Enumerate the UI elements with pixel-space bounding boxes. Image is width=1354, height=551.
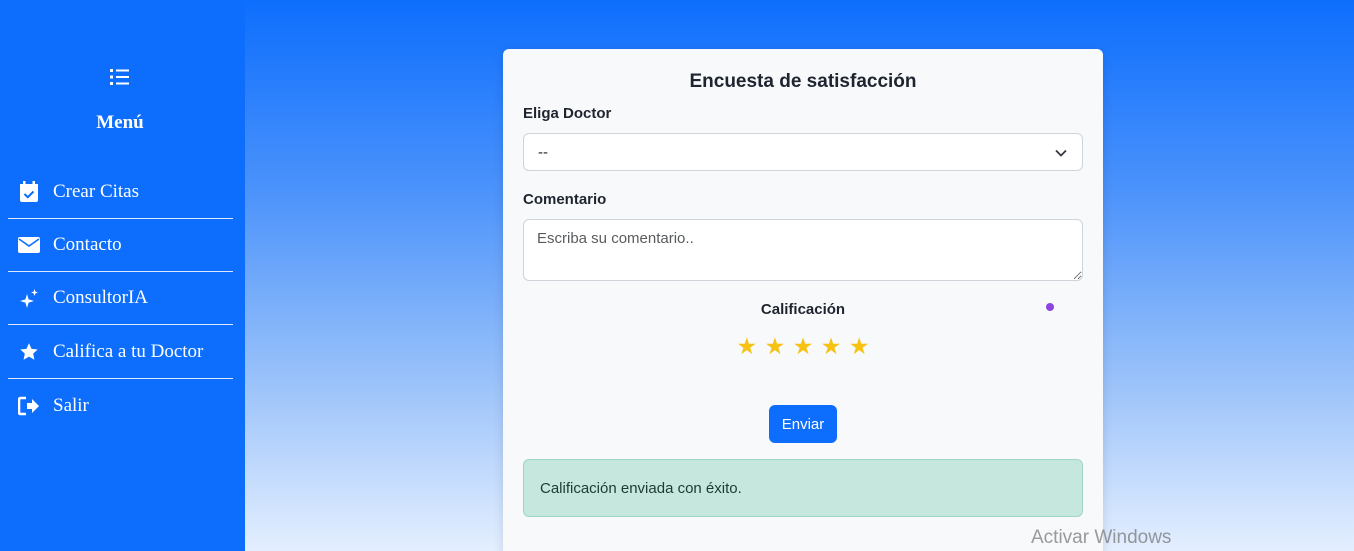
star-rating[interactable]: ★ ★ ★ ★ ★ bbox=[503, 335, 1103, 359]
comment-field[interactable] bbox=[523, 219, 1083, 281]
sidebar-item-label: ConsultorIA bbox=[53, 287, 148, 308]
sidebar-item-crear-citas[interactable]: Crear Citas bbox=[8, 166, 233, 219]
list-icon[interactable] bbox=[109, 67, 131, 87]
rating-label: Calificación bbox=[760, 301, 846, 318]
doctor-select[interactable]: -- bbox=[523, 133, 1083, 171]
sidebar-item-label: Crear Citas bbox=[53, 181, 140, 202]
success-message: Calificación enviada con éxito. bbox=[540, 479, 742, 497]
sidebar-item-label: Califica a tu Doctor bbox=[53, 341, 204, 362]
sidebar-item-salir[interactable]: Salir bbox=[8, 379, 233, 432]
star-1-icon[interactable]: ★ bbox=[737, 335, 758, 358]
survey-card: Encuesta de satisfacción Eliga Doctor --… bbox=[503, 49, 1103, 551]
success-alert: Calificación enviada con éxito. bbox=[523, 459, 1083, 517]
doctor-select-value: -- bbox=[538, 143, 548, 161]
sidebar-item-contacto[interactable]: Contacto bbox=[8, 219, 233, 272]
submit-button[interactable]: Enviar bbox=[769, 405, 837, 443]
star-2-icon[interactable]: ★ bbox=[765, 335, 786, 358]
sidebar-item-califica[interactable]: Califica a tu Doctor bbox=[8, 326, 233, 379]
sidebar-item-consultoria[interactable]: ConsultorIA bbox=[8, 272, 233, 325]
comment-label: Comentario bbox=[523, 191, 607, 208]
menu-title: Menú bbox=[96, 112, 144, 133]
doctor-label: Eliga Doctor bbox=[523, 105, 612, 122]
page-title: Encuesta de satisfacción bbox=[689, 71, 917, 92]
star-3-icon[interactable]: ★ bbox=[793, 335, 814, 358]
star-4-icon[interactable]: ★ bbox=[821, 335, 842, 358]
calendar-check-icon bbox=[18, 181, 40, 203]
sparkles-icon bbox=[18, 287, 40, 309]
sidebar-item-label: Salir bbox=[53, 394, 89, 416]
envelope-icon bbox=[18, 234, 40, 256]
os-activation-watermark: Activar Windows bbox=[1031, 527, 1172, 548]
chevron-down-icon bbox=[1054, 146, 1068, 160]
star-icon bbox=[18, 341, 40, 363]
star-5-icon[interactable]: ★ bbox=[849, 335, 870, 358]
sidebar: Menú Crear Citas Contacto ConsultorIA Ca… bbox=[0, 0, 245, 551]
sign-out-icon bbox=[18, 395, 40, 417]
sidebar-item-label: Contacto bbox=[53, 234, 122, 255]
status-dot bbox=[1046, 303, 1054, 311]
